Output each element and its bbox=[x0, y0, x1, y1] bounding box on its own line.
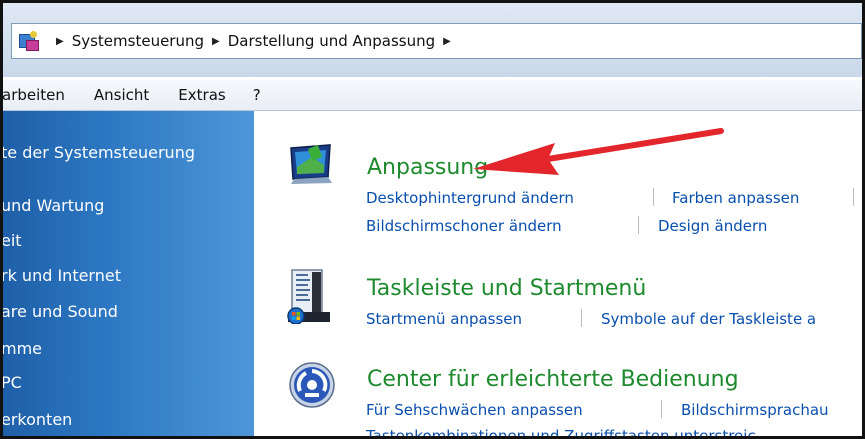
nav-item-sicherheit[interactable]: eit bbox=[3, 231, 22, 250]
ease-of-access-icon[interactable] bbox=[288, 361, 336, 409]
link-design-aendern[interactable]: Design ändern bbox=[658, 217, 767, 235]
link-bildschirmschoner[interactable]: Bildschirmschoner ändern bbox=[366, 217, 562, 235]
left-navigation: te der Systemsteuerung und Wartung eit r… bbox=[3, 111, 254, 436]
menu-extras[interactable]: Extras bbox=[178, 86, 225, 104]
link-desktophintergrund[interactable]: Desktophintergrund ändern bbox=[366, 189, 574, 207]
menu-bar: arbeiten Ansicht Extras ? bbox=[3, 80, 862, 111]
anpassung-icon[interactable] bbox=[288, 143, 334, 185]
nav-item-benutzerkonten[interactable]: erkonten bbox=[3, 410, 72, 429]
nav-item-hardware[interactable]: are und Sound bbox=[3, 302, 118, 321]
menu-bearbeiten[interactable]: arbeiten bbox=[3, 86, 65, 104]
breadcrumb-darstellung[interactable]: Darstellung und Anpassung bbox=[228, 32, 435, 50]
address-bar: ▶ Systemsteuerung ▶ Darstellung und Anpa… bbox=[3, 3, 862, 77]
nav-item-system[interactable]: und Wartung bbox=[3, 196, 104, 215]
link-tastenkombinationen[interactable]: Tastenkombinationen und Zugriffstasten u… bbox=[366, 427, 756, 436]
chevron-right-icon[interactable]: ▶ bbox=[212, 36, 220, 47]
link-separator bbox=[853, 188, 854, 206]
breadcrumb-systemsteuerung[interactable]: Systemsteuerung bbox=[72, 32, 204, 50]
link-symbole-taskleiste[interactable]: Symbole auf der Taskleiste a bbox=[601, 310, 816, 328]
chevron-right-icon[interactable]: ▶ bbox=[443, 36, 451, 47]
section-title-erleichterte-bedienung[interactable]: Center für erleichterte Bedienung bbox=[367, 367, 739, 392]
nav-item-mobile-pc[interactable]: PC bbox=[3, 373, 22, 392]
menu-ansicht[interactable]: Ansicht bbox=[94, 86, 149, 104]
chevron-right-icon[interactable]: ▶ bbox=[56, 36, 64, 47]
taskbar-icon[interactable] bbox=[286, 268, 332, 324]
nav-item-programme[interactable]: mme bbox=[3, 339, 42, 358]
link-farben-anpassen[interactable]: Farben anpassen bbox=[672, 189, 799, 207]
control-panel-icon bbox=[18, 29, 42, 53]
link-separator bbox=[653, 188, 654, 206]
nav-item-startseite[interactable]: te der Systemsteuerung bbox=[3, 143, 195, 162]
link-bildschirmsprachausgabe[interactable]: Bildschirmsprachau bbox=[681, 401, 829, 419]
link-startmenue-anpassen[interactable]: Startmenü anpassen bbox=[366, 310, 522, 328]
link-separator bbox=[661, 400, 662, 418]
menu-help[interactable]: ? bbox=[253, 86, 261, 104]
link-sehschwaechen[interactable]: Für Sehschwächen anpassen bbox=[366, 401, 583, 419]
link-separator bbox=[581, 309, 582, 327]
section-title-taskleiste[interactable]: Taskleiste und Startmenü bbox=[367, 276, 646, 301]
explorer-window: ▶ Systemsteuerung ▶ Darstellung und Anpa… bbox=[0, 0, 865, 439]
section-title-anpassung[interactable]: Anpassung bbox=[367, 155, 488, 180]
address-field[interactable]: ▶ Systemsteuerung ▶ Darstellung und Anpa… bbox=[11, 23, 862, 59]
link-separator bbox=[638, 216, 639, 234]
nav-item-netzwerk[interactable]: rk und Internet bbox=[3, 266, 121, 285]
